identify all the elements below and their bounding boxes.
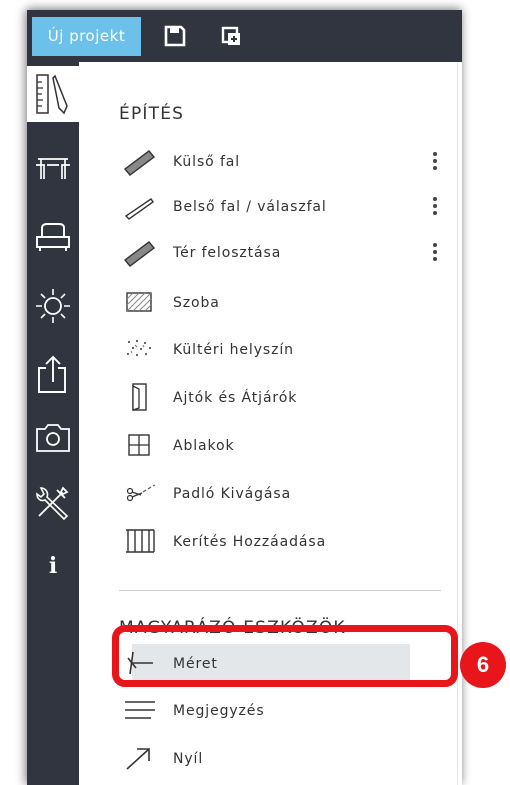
tools-icon[interactable] bbox=[27, 474, 79, 530]
callout-number-badge: 6 bbox=[460, 642, 506, 688]
item-label: Megjegyzés bbox=[173, 703, 265, 719]
item-label: Kültéri helyszín bbox=[173, 342, 294, 358]
camera-icon[interactable] bbox=[27, 410, 79, 466]
build-icon[interactable] bbox=[27, 66, 79, 122]
item-label: Belső fal / válaszfal bbox=[173, 199, 327, 215]
item-label: Szoba bbox=[173, 295, 220, 311]
more-options-icon[interactable] bbox=[432, 197, 438, 219]
fence-icon bbox=[123, 526, 157, 556]
more-options-icon[interactable] bbox=[432, 243, 438, 265]
item-label: Ajtók és Átjárók bbox=[173, 390, 298, 406]
item-label: Külső fal bbox=[173, 154, 241, 170]
item-label: Ablakok bbox=[173, 438, 235, 454]
light-icon[interactable] bbox=[27, 278, 79, 334]
info-icon[interactable]: i bbox=[27, 538, 79, 594]
list-item-floor-cutout[interactable]: Padló Kivágása bbox=[119, 472, 455, 516]
callout-highlight-box bbox=[112, 625, 458, 687]
list-item-arrow[interactable]: Nyíl bbox=[119, 737, 455, 781]
top-toolbar: Új projekt bbox=[27, 10, 462, 62]
window-icon bbox=[123, 430, 157, 460]
note-icon bbox=[123, 695, 157, 725]
list-item-outdoor-area[interactable]: Kültéri helyszín bbox=[119, 328, 455, 372]
exterior-wall-icon bbox=[123, 146, 157, 176]
section-divider bbox=[119, 590, 441, 591]
list-item-fence[interactable]: Kerítés Hozzáadása bbox=[119, 520, 455, 564]
export-icon[interactable] bbox=[27, 346, 79, 402]
list-item-room[interactable]: Szoba bbox=[119, 281, 455, 325]
arrow-icon bbox=[123, 743, 157, 773]
save-as-icon[interactable] bbox=[219, 24, 243, 48]
section-title-building: ÉPÍTÉS bbox=[119, 104, 185, 124]
list-item-doors[interactable]: Ajtók és Átjárók bbox=[119, 376, 455, 420]
furniture-icon[interactable] bbox=[27, 142, 79, 198]
interior-wall-icon bbox=[123, 191, 157, 221]
save-icon[interactable] bbox=[163, 24, 187, 48]
room-icon bbox=[123, 287, 157, 317]
floor-cutout-icon bbox=[123, 478, 157, 508]
list-item-exterior-wall[interactable]: Külső fal bbox=[119, 140, 455, 184]
outdoor-area-icon bbox=[123, 334, 157, 364]
item-label: Nyíl bbox=[173, 751, 204, 767]
list-item-windows[interactable]: Ablakok bbox=[119, 424, 455, 468]
left-tool-rail: i bbox=[27, 62, 79, 785]
sofa-icon[interactable] bbox=[27, 210, 79, 266]
space-divider-icon bbox=[123, 237, 157, 267]
list-item-space-divider[interactable]: Tér felosztása bbox=[119, 231, 455, 275]
list-item-interior-wall[interactable]: Belső fal / válaszfal bbox=[119, 185, 455, 229]
item-label: Tér felosztása bbox=[173, 245, 282, 261]
item-label: Kerítés Hozzáadása bbox=[173, 534, 327, 550]
more-options-icon[interactable] bbox=[432, 152, 438, 174]
door-icon bbox=[123, 382, 157, 412]
list-item-note[interactable]: Megjegyzés bbox=[119, 689, 455, 733]
item-label: Padló Kivágása bbox=[173, 486, 292, 502]
project-tab[interactable]: Új projekt bbox=[32, 17, 141, 56]
